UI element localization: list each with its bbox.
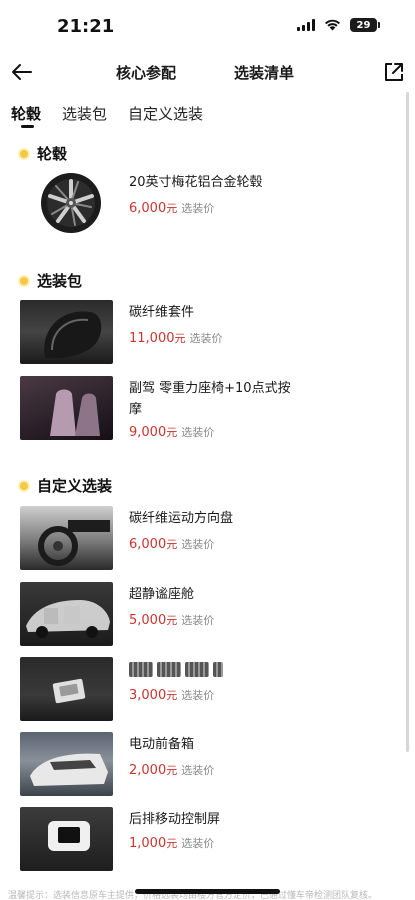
- carbon-fiber-kit-image: [20, 300, 113, 364]
- scrollbar[interactable]: [406, 92, 409, 752]
- option-item[interactable]: 3,000元 选装价: [20, 657, 390, 721]
- section-dot-icon: [20, 276, 28, 285]
- top-nav: 核心参配 选装清单: [0, 52, 415, 92]
- option-item[interactable]: 电动前备箱 2,000元 选装价: [20, 732, 390, 796]
- section-title-custom: 自定义选装: [20, 475, 112, 496]
- section-title-packages: 选装包: [20, 270, 82, 291]
- item-price: 6,000元 选装价: [129, 537, 215, 552]
- item-price: 1,000元 选装价: [129, 836, 215, 851]
- status-icons: 29: [297, 18, 380, 32]
- cabin-accessory-image: [20, 657, 113, 721]
- section-title-wheels: 轮毂: [20, 143, 67, 164]
- steering-wheel-image: [20, 506, 113, 570]
- cellular-signal-icon: [297, 19, 315, 31]
- tab-options-list[interactable]: 选装清单: [234, 62, 294, 83]
- item-name: 碳纤维运动方向盘: [129, 511, 234, 526]
- option-item[interactable]: 碳纤维运动方向盘 6,000元 选装价: [20, 506, 390, 570]
- back-arrow-icon[interactable]: [10, 60, 34, 84]
- option-item[interactable]: 后排移动控制屏 1,000元 选装价: [20, 807, 390, 871]
- wifi-icon: [324, 19, 341, 31]
- item-price: 6,000元 选装价: [129, 201, 215, 216]
- item-price: 5,000元 选装价: [129, 613, 215, 628]
- rear-control-screen-image: [20, 807, 113, 871]
- sub-tabs: 轮毂 选装包 自定义选装: [0, 100, 415, 130]
- option-item[interactable]: 碳纤维套件 11,000元 选装价: [20, 300, 390, 364]
- item-name: 碳纤维套件: [129, 305, 195, 320]
- home-indicator[interactable]: [135, 889, 280, 894]
- active-tab-indicator: [21, 125, 34, 128]
- item-price: 9,000元 选装价: [129, 425, 215, 440]
- item-name: 20英寸梅花铝合金轮毂: [129, 175, 263, 190]
- item-name: 电动前备箱: [129, 737, 195, 752]
- item-name: 后排移动控制屏: [129, 812, 221, 827]
- item-price: 3,000元 选装价: [129, 688, 215, 703]
- status-time: 21:21: [57, 16, 115, 37]
- item-price: 11,000元 选装价: [129, 331, 223, 346]
- section-dot-icon: [20, 481, 28, 490]
- tab-core-specs[interactable]: 核心参配: [116, 62, 176, 83]
- status-bar: 21:21 29: [0, 0, 415, 52]
- quiet-cabin-image: [20, 582, 113, 646]
- battery-icon: 29: [350, 18, 380, 32]
- item-price: 2,000元 选装价: [129, 763, 215, 778]
- wheel-image: [20, 170, 113, 234]
- option-item[interactable]: 20英寸梅花铝合金轮毂 6,000元 选装价: [20, 170, 390, 234]
- section-dot-icon: [20, 149, 28, 158]
- share-icon[interactable]: [383, 61, 405, 83]
- item-name: 超静谧座舱: [129, 587, 195, 602]
- option-item[interactable]: 副驾 零重力座椅+10点式按摩 9,000元 选装价: [20, 376, 390, 440]
- subtab-wheels[interactable]: 轮毂: [11, 103, 41, 124]
- subtab-packages[interactable]: 选装包: [62, 103, 107, 124]
- option-item[interactable]: 超静谧座舱 5,000元 选装价: [20, 582, 390, 646]
- front-trunk-image: [20, 732, 113, 796]
- item-name-redacted: [129, 659, 299, 680]
- subtab-custom-options[interactable]: 自定义选装: [128, 103, 203, 124]
- zero-gravity-seat-image: [20, 376, 113, 440]
- item-name: 副驾 零重力座椅+10点式按摩: [129, 381, 291, 417]
